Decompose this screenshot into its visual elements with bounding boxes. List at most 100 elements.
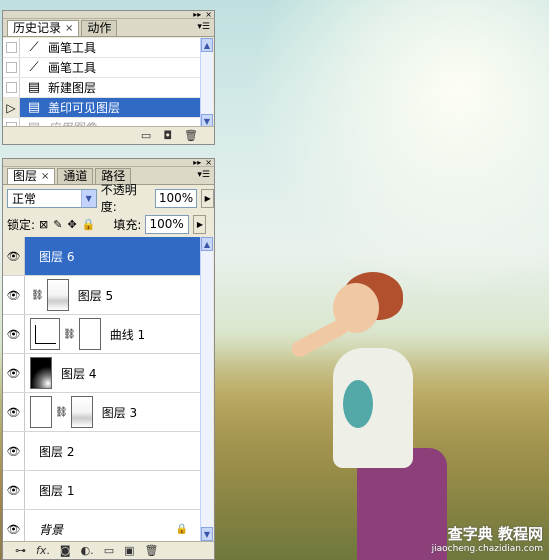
scroll-down-icon[interactable]: ▼	[201, 527, 213, 541]
tab-channels[interactable]: 通道	[57, 168, 94, 184]
history-item-label: 盖印可见图层	[48, 101, 121, 115]
layer-name[interactable]: 图层 3	[93, 404, 137, 421]
watermark: 查字典 教程网 jiaocheng.chazidian.com	[432, 523, 543, 554]
layer-row[interactable]: 👁 图层 1	[3, 471, 202, 510]
layer-row-background[interactable]: 👁 背景 🔒	[3, 510, 202, 541]
eye-icon[interactable]: 👁	[3, 315, 25, 353]
layer-thumbnail	[30, 396, 52, 428]
history-panel: ▸▸ × 历史记录 × 动作 ▾☰ ⟋ 画笔工具 ⟋ 画笔工具 ▤ 新建图层 ▷ …	[2, 10, 215, 145]
lock-row: 锁定: ⊠ ✎ ✥ 🔒 填充: 100% ▶	[3, 212, 214, 236]
history-item-selected[interactable]: ▷ ▤ 盖印可见图层	[3, 98, 201, 118]
layer-name[interactable]: 图层 4	[52, 365, 96, 382]
fill-slider-arrow-icon[interactable]: ▶	[193, 214, 207, 234]
panel-menu-icon[interactable]: ▾☰	[197, 22, 210, 32]
fill-input[interactable]: 100%	[145, 214, 190, 234]
chain-link-icon[interactable]: ⛓	[31, 290, 44, 301]
fill-label: 填充:	[113, 217, 142, 232]
layer-mask-thumbnail[interactable]	[70, 396, 93, 428]
chevron-down-icon[interactable]: ▼	[80, 189, 96, 207]
layer-mask-thumbnail[interactable]	[78, 318, 101, 350]
history-checkbox[interactable]	[3, 78, 20, 97]
layer-row[interactable]: 👁 ⛓ 图层 5	[3, 276, 202, 315]
layer-mask-thumbnail[interactable]	[46, 279, 69, 311]
layer-name[interactable]: 图层 1	[30, 482, 74, 499]
blend-mode-select[interactable]: 正常 ▼	[7, 188, 97, 208]
link-icon[interactable]: ⊶	[15, 545, 26, 556]
history-item-label: 新建图层	[48, 81, 97, 95]
tab-layers[interactable]: 图层 ×	[7, 168, 56, 184]
collapse-icon[interactable]: ▸▸	[191, 11, 203, 19]
new-document-from-state-icon[interactable]: ▭	[141, 130, 151, 141]
trash-icon[interactable]: 🗑	[184, 130, 198, 141]
lock-transparency-icon[interactable]: ⊠	[39, 218, 48, 231]
lock-label: 锁定:	[7, 217, 36, 232]
lock-all-icon[interactable]: 🔒	[82, 218, 96, 231]
history-titlebar[interactable]: ▸▸ ×	[3, 11, 214, 19]
history-state-marker[interactable]: ▷	[3, 98, 20, 117]
chain-link-icon[interactable]: ⛓	[63, 329, 76, 340]
collapse-icon[interactable]: ▸▸	[191, 159, 203, 167]
layer-name[interactable]: 图层 2	[30, 443, 74, 460]
history-item[interactable]: ⟋ 画笔工具	[3, 38, 201, 58]
scroll-up-icon[interactable]: ▲	[201, 237, 213, 251]
group-icon[interactable]: ▭	[104, 545, 114, 556]
tab-actions-label: 动作	[87, 21, 112, 35]
layer-name[interactable]: 图层 6	[30, 248, 74, 265]
tab-close-icon[interactable]: ×	[41, 169, 49, 184]
tab-close-icon[interactable]: ×	[65, 21, 73, 36]
close-icon[interactable]: ×	[203, 11, 214, 19]
adjustment-icon[interactable]: ◐.	[81, 545, 94, 556]
history-footer: ▭ ◘ 🗑	[3, 126, 214, 144]
fx-icon[interactable]: fx.	[36, 545, 50, 556]
scroll-up-icon[interactable]: ▲	[201, 38, 213, 52]
new-layer-icon[interactable]: ▣	[124, 545, 134, 556]
chain-link-icon[interactable]: ⛓	[55, 407, 68, 418]
history-item-label: 画笔工具	[48, 41, 97, 55]
shirt-print	[343, 380, 373, 428]
watermark-url: jiaocheng.chazidian.com	[431, 544, 543, 554]
lock-position-icon[interactable]: ✥	[67, 218, 76, 231]
layer-row[interactable]: 👁 ⛓ 曲线 1	[3, 315, 202, 354]
layer-row[interactable]: 👁 图层 2	[3, 432, 202, 471]
history-checkbox[interactable]	[3, 38, 20, 57]
layer-name[interactable]: 图层 5	[69, 287, 113, 304]
eye-icon[interactable]: 👁	[3, 393, 25, 431]
history-scrollbar[interactable]: ▲ ▼	[200, 38, 213, 128]
sun-glow	[249, 0, 549, 300]
history-checkbox[interactable]	[3, 58, 20, 77]
layer-row-selected[interactable]: 👁 图层 6	[3, 237, 202, 276]
layer-name[interactable]: 曲线 1	[101, 326, 145, 343]
lock-pixels-icon[interactable]: ✎	[53, 218, 62, 231]
opacity-label: 不透明度:	[100, 183, 137, 214]
history-item[interactable]: ⟋ 画笔工具	[3, 58, 201, 78]
curves-adjustment-icon	[30, 318, 60, 350]
close-icon[interactable]: ×	[203, 159, 214, 167]
tab-history[interactable]: 历史记录 ×	[7, 20, 80, 36]
eye-icon[interactable]: 👁	[3, 276, 25, 314]
layers-scrollbar[interactable]: ▲ ▼	[200, 237, 213, 541]
layer-row[interactable]: 👁 图层 4	[3, 354, 202, 393]
eye-icon[interactable]: 👁	[3, 471, 25, 509]
blend-mode-value: 正常	[12, 191, 37, 206]
trash-icon[interactable]: 🗑	[145, 545, 159, 556]
layers-titlebar[interactable]: ▸▸ ×	[3, 159, 214, 167]
eye-icon[interactable]: 👁	[3, 432, 25, 470]
layer-name[interactable]: 背景	[30, 521, 63, 538]
panel-menu-icon[interactable]: ▾☰	[197, 170, 210, 180]
opacity-slider-arrow-icon[interactable]: ▶	[201, 188, 214, 208]
eye-icon[interactable]: 👁	[3, 237, 25, 275]
opacity-input[interactable]: 100%	[154, 188, 198, 208]
lock-icon: 🔒	[175, 523, 188, 535]
mask-icon[interactable]: ◙	[60, 545, 71, 556]
layer-row[interactable]: 👁 ⛓ 图层 3	[3, 393, 202, 432]
tab-layers-label: 图层	[13, 169, 38, 183]
photo-canvas: 查字典 教程网 jiaocheng.chazidian.com	[215, 0, 549, 560]
girl-head	[333, 283, 379, 333]
eye-icon[interactable]: 👁	[3, 354, 25, 392]
history-item[interactable]: ▤ 新建图层	[3, 78, 201, 98]
tab-actions[interactable]: 动作	[81, 20, 118, 36]
snapshot-icon[interactable]: ◘	[163, 130, 172, 141]
blend-row: 正常 ▼ 不透明度: 100% ▶	[3, 183, 214, 214]
eye-icon[interactable]: 👁	[3, 510, 25, 541]
tab-history-label: 历史记录	[13, 21, 62, 35]
